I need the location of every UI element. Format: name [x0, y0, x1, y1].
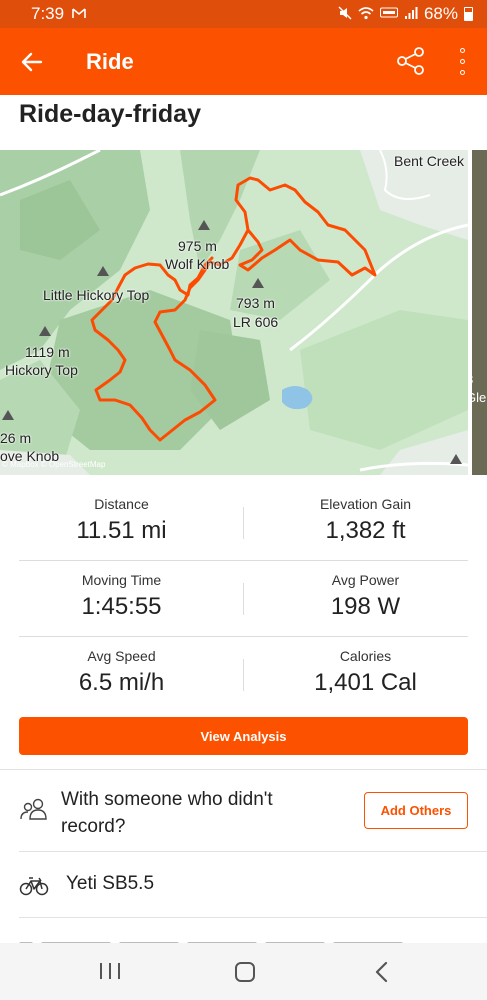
route-map[interactable]: Bent Creek 975 m Wolf Knob Little Hickor…	[0, 150, 468, 475]
wifi-icon	[358, 6, 374, 23]
stat-row-divider	[19, 636, 468, 637]
bike-icon	[19, 876, 49, 896]
stat-divider	[243, 659, 244, 691]
section-divider	[19, 917, 487, 918]
battery-icon	[464, 7, 473, 21]
partially-visible-row	[19, 935, 479, 943]
map-label-little-hickory-top: Little Hickory Top	[43, 287, 150, 303]
stat-label: Elevation Gain	[319, 496, 412, 512]
more-vert-icon[interactable]	[450, 46, 474, 76]
map-attribution: © Mapbox © OpenStreetMap	[2, 460, 106, 469]
stat-label: Avg Speed	[87, 648, 156, 664]
status-time: 7:39	[31, 4, 65, 23]
stat-value: 11.51 mi	[76, 517, 167, 544]
stat-label: Calories	[339, 648, 392, 664]
map-label-wolf-knob-elev: 975 m	[178, 238, 217, 254]
stat-elevation-gain: Elevation Gain 1,382 ft	[244, 496, 487, 545]
stat-value: 1:45:55	[81, 593, 162, 620]
signal-icon	[404, 6, 418, 23]
page-title: Ride	[86, 48, 134, 74]
gear-name[interactable]: Yeti SB5.5	[66, 873, 154, 895]
map-label-hickory-top-elev: 1119 m	[25, 344, 70, 360]
map-graphic	[0, 150, 468, 475]
stat-label: Distance	[94, 496, 149, 512]
map-label-hickory-top: Hickory Top	[5, 362, 78, 378]
add-others-button[interactable]: Add Others	[364, 792, 468, 829]
stat-avg-power: Avg Power 198 W	[244, 572, 487, 621]
group-prompt-text: With someone who didn't record?	[61, 789, 273, 837]
mute-icon	[338, 6, 352, 23]
gmail-icon	[72, 7, 86, 22]
stat-moving-time: Moving Time 1:45:55	[0, 572, 243, 621]
volte-icon	[379, 7, 398, 22]
stat-distance: Distance 11.51 mi	[0, 496, 243, 545]
stat-value: 1,401 Cal	[314, 669, 417, 696]
map-label-cove-knob-elev: 26 m	[0, 430, 32, 446]
system-nav-bar	[0, 943, 487, 1000]
home-icon[interactable]	[235, 962, 255, 982]
activity-name: Ride-day-friday	[19, 100, 201, 128]
stat-avg-speed: Avg Speed 6.5 mi/h	[0, 648, 243, 697]
section-divider	[0, 769, 487, 770]
view-analysis-button[interactable]: View Analysis	[19, 717, 468, 755]
section-divider	[19, 851, 487, 852]
stat-divider	[243, 507, 244, 539]
share-icon[interactable]	[396, 46, 426, 76]
map-label-lr606-elev: 793 m	[236, 295, 275, 311]
stat-label: Moving Time	[81, 572, 162, 588]
stat-value: 198 W	[330, 593, 401, 620]
stat-divider	[243, 583, 244, 615]
group-icon	[19, 798, 49, 822]
next-map-label-1: 8	[472, 372, 473, 387]
stat-value: 6.5 mi/h	[78, 669, 165, 696]
recent-apps-icon[interactable]	[100, 963, 120, 981]
back-icon[interactable]	[370, 958, 394, 986]
stat-row-divider	[19, 560, 468, 561]
stat-label: Avg Power	[331, 572, 400, 588]
next-map-label-2: Gle	[472, 390, 487, 405]
arrow-back-icon[interactable]	[0, 28, 64, 95]
map-label-wolf-knob: Wolf Knob	[165, 256, 230, 272]
status-bar: 7:39 68%	[0, 0, 487, 28]
map-label-lr606: LR 606	[233, 314, 279, 330]
app-bar: Ride	[0, 28, 487, 95]
map-label-bent-creek: Bent Creek	[394, 153, 465, 169]
next-map-preview[interactable]: 8 Gle	[472, 150, 487, 475]
screen: 7:39 68% Ride Ride-day-friday Bent Creek…	[0, 0, 487, 1000]
status-icons: 68%	[338, 4, 473, 24]
battery-percent: 68%	[423, 4, 458, 23]
stat-value: 1,382 ft	[325, 517, 406, 544]
stat-calories: Calories 1,401 Cal	[244, 648, 487, 697]
